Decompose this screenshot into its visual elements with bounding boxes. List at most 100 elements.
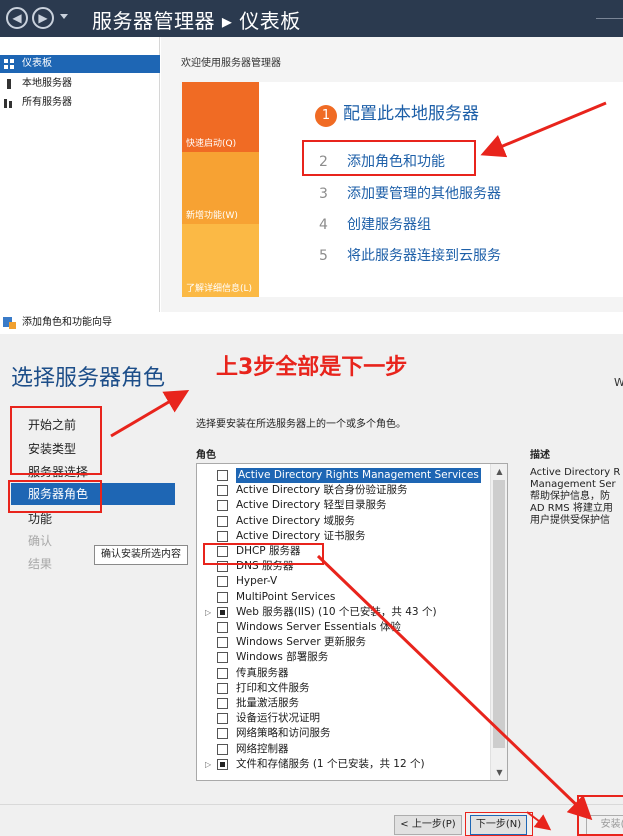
role-label: Windows Server 更新服务 <box>236 636 366 649</box>
highlight-next <box>465 812 533 836</box>
role-checkbox[interactable] <box>217 485 228 497</box>
nav-step-confirmation: 确认 <box>28 534 53 548</box>
role-label: Active Directory 联合身份验证服务 <box>236 484 408 497</box>
wizard-title: 添加角色和功能向导 <box>22 317 112 328</box>
role-item[interactable]: MultiPoint Services <box>197 590 491 605</box>
roles-list[interactable]: ▲ ▼ Active Directory Rights Management S… <box>196 463 508 781</box>
expand-icon[interactable]: ▷ <box>205 757 211 772</box>
role-checkbox[interactable] <box>217 728 228 740</box>
role-checkbox[interactable] <box>217 591 228 603</box>
role-item[interactable]: 传真服务器 <box>197 666 491 681</box>
forward-button[interactable]: ▶ <box>32 7 54 29</box>
role-checkbox[interactable] <box>217 652 228 664</box>
role-item[interactable]: 网络控制器 <box>197 742 491 757</box>
description-header: 描述 <box>530 450 550 461</box>
description-line: Active Directory R <box>530 467 621 478</box>
sidebar-item-local-server[interactable]: 本地服务器 <box>0 75 160 93</box>
learn-more-tile[interactable]: 了解详细信息(L) <box>182 224 259 297</box>
role-item[interactable]: ▷ 文件和存储服务 (1 个已安装，共 12 个) <box>197 757 491 772</box>
nav-step-results: 结果 <box>28 557 53 571</box>
role-label: Windows Server Essentials 体验 <box>236 621 401 633</box>
step-create-server-group[interactable]: 4 创建服务器组 <box>319 214 431 234</box>
sidebar-item-all-servers[interactable]: 所有服务器 <box>0 94 160 112</box>
step-connect-cloud[interactable]: 5 将此服务器连接到云服务 <box>319 245 501 265</box>
quick-start-tile[interactable]: 快速启动(Q) <box>182 82 259 152</box>
back-button[interactable]: ◀ <box>6 7 28 29</box>
role-checkbox[interactable] <box>217 500 228 512</box>
role-item[interactable]: 批量激活服务 <box>197 696 491 711</box>
sidebar-item-dashboard[interactable]: 仪表板 <box>0 55 160 73</box>
sidebar-item-label: 本地服务器 <box>22 78 72 89</box>
role-label: 网络策略和访问服务 <box>236 727 331 740</box>
role-checkbox[interactable] <box>217 622 228 633</box>
dashboard-icon <box>4 59 14 69</box>
role-checkbox[interactable] <box>217 637 228 649</box>
history-dropdown-icon[interactable] <box>60 14 68 19</box>
role-label: 传真服务器 <box>236 666 289 679</box>
quick-start-panel: 快速启动(Q) 新增功能(W) 了解详细信息(L) 1 配置此本地服务器 2 添加角… <box>182 82 623 297</box>
learn-more-label: 了解详细信息(L) <box>186 284 253 294</box>
role-label: Web 服务器(IIS) (10 个已安装，共 43 个) <box>236 605 437 618</box>
role-checkbox[interactable] <box>217 576 228 588</box>
role-item[interactable]: Windows Server 更新服务 <box>197 635 491 650</box>
role-checkbox[interactable] <box>217 698 228 709</box>
role-checkbox[interactable] <box>217 515 228 527</box>
step-add-servers[interactable]: 3 添加要管理的其他服务器 <box>319 183 501 203</box>
server-icon <box>7 79 11 89</box>
wizard-app-icon <box>3 317 16 329</box>
step-number: 1 <box>315 105 337 127</box>
role-checkbox[interactable] <box>217 743 228 755</box>
role-label: 设备运行状况证明 <box>236 712 320 725</box>
step-number: 3 <box>319 186 328 202</box>
role-item[interactable]: 网络策略和访问服务 <box>197 726 491 741</box>
role-checkbox[interactable] <box>217 606 228 618</box>
instruction-text: 选择要安装在所选服务器上的一个或多个角色。 <box>196 419 406 430</box>
page-title: 服务器管理器 ▸ 仪表板 <box>92 9 301 33</box>
destination-server-partial: W <box>614 376 623 389</box>
whats-new-tile[interactable]: 新增功能(W) <box>182 152 259 224</box>
sidebar-item-label: 仪表板 <box>22 58 52 69</box>
step-label: 将此服务器连接到云服务 <box>347 248 501 264</box>
role-label: Active Directory Rights Management Servi… <box>236 468 481 483</box>
role-checkbox[interactable] <box>217 682 228 694</box>
whats-new-label: 新增功能(W) <box>186 211 238 221</box>
description-line: AD RMS 将建立用 <box>530 503 613 514</box>
role-item[interactable]: Hyper-V <box>197 574 491 589</box>
role-checkbox[interactable] <box>217 758 228 770</box>
highlight-first-steps <box>10 406 102 475</box>
role-item[interactable]: Active Directory Rights Management Servi… <box>197 468 491 483</box>
scroll-up-icon[interactable]: ▲ <box>491 464 507 479</box>
role-item[interactable]: Windows Server Essentials 体验 <box>197 620 491 635</box>
role-item[interactable]: 设备运行状况证明 <box>197 711 491 726</box>
role-item[interactable]: Active Directory 联合身份验证服务 <box>197 483 491 498</box>
step-configure-local-server[interactable]: 1 配置此本地服务器 <box>315 99 479 127</box>
role-checkbox[interactable] <box>217 667 228 679</box>
role-item[interactable]: Active Directory 域服务 <box>197 514 491 529</box>
highlight-add-roles <box>302 140 476 176</box>
description-text: Active Directory R Management Ser 帮助保护信息… <box>530 467 623 527</box>
scroll-thumb[interactable] <box>493 480 505 748</box>
role-checkbox[interactable] <box>217 713 228 725</box>
previous-button[interactable]: < 上一步(P) <box>394 815 462 835</box>
step-label: 添加要管理的其他服务器 <box>347 186 501 202</box>
tooltip: 确认安装所选内容 <box>94 545 188 565</box>
wizard-heading: 选择服务器角色 <box>11 366 166 391</box>
role-checkbox[interactable] <box>217 530 228 542</box>
annotation-text: 上3步全部是下一步 <box>216 355 408 380</box>
role-item[interactable]: 打印和文件服务 <box>197 681 491 696</box>
scroll-down-icon[interactable]: ▼ <box>491 765 507 780</box>
highlight-install <box>577 795 623 836</box>
description-line: 用户提供受保护信 <box>530 515 610 526</box>
server-manager-sidebar: 仪表板 本地服务器 所有服务器 <box>0 37 160 312</box>
wizard-body: 选择服务器角色 上3步全部是下一步 W 开始之前 安装类型 服务器选择 服务器角… <box>0 334 623 804</box>
sidebar-item-label: 所有服务器 <box>22 97 72 108</box>
role-item[interactable]: Windows 部署服务 <box>197 650 491 665</box>
roles-scrollbar[interactable]: ▲ ▼ <box>490 464 507 780</box>
role-item[interactable]: Active Directory 轻型目录服务 <box>197 498 491 513</box>
role-item[interactable]: ▷ Web 服务器(IIS) (10 个已安装，共 43 个) <box>197 605 491 620</box>
step-label: 创建服务器组 <box>347 217 431 233</box>
role-item[interactable]: Active Directory 证书服务 <box>197 529 491 544</box>
step-number: 5 <box>319 248 328 264</box>
expand-icon[interactable]: ▷ <box>205 605 211 620</box>
role-checkbox[interactable] <box>217 470 228 481</box>
